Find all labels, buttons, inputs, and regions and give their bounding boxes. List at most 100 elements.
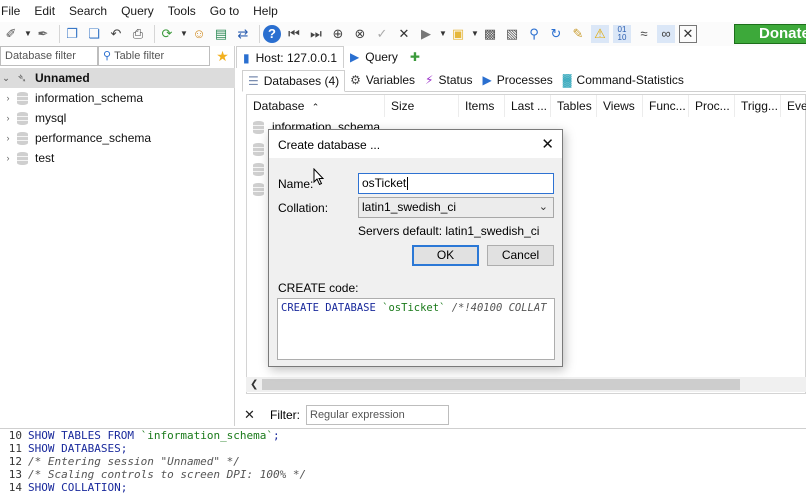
column-header-items[interactable]: Items — [459, 95, 505, 117]
last-icon[interactable]: ⏭ — [307, 25, 325, 43]
log-line: 10 SHOW TABLES FROM `information_schema`; — [0, 429, 806, 442]
menu-query[interactable]: Query — [114, 0, 161, 22]
remove-icon[interactable]: ⊗ — [351, 25, 369, 43]
menu-help[interactable]: Help — [246, 0, 285, 22]
cancel-button[interactable]: Cancel — [487, 245, 554, 266]
clear-icon[interactable]: ✎ — [569, 25, 587, 43]
add-icon[interactable]: ⊕ — [329, 25, 347, 43]
connect-icon[interactable]: ✐ — [2, 25, 20, 43]
column-header-tables[interactable]: Tables — [551, 95, 597, 117]
column-header-functions[interactable]: Func... — [643, 95, 689, 117]
column-header-database[interactable]: Database ⌃ — [247, 95, 385, 117]
ok-button[interactable]: OK — [412, 245, 479, 266]
chevron-down-icon[interactable]: ⌄ — [0, 73, 12, 84]
table-filter-input[interactable]: ⚲ Table filter — [98, 46, 210, 66]
undo-icon[interactable]: ↶ — [107, 25, 125, 43]
servers-default-text: Servers default: latin1_swedish_ci — [358, 224, 540, 238]
tab-host[interactable]: ▮ Host: 127.0.0.1 — [236, 46, 344, 68]
tab-query[interactable]: ▶ Query — [344, 46, 404, 68]
save-as-icon[interactable]: ▧ — [503, 25, 521, 43]
chevron-down-icon[interactable]: ▼ — [439, 25, 447, 43]
tab-status[interactable]: ⚡ Status — [420, 69, 477, 91]
tree-item-performance-schema[interactable]: › performance_schema — [0, 128, 235, 148]
import-icon[interactable]: ▤ — [212, 25, 230, 43]
find-icon[interactable]: ⚲ — [525, 25, 543, 43]
close-icon[interactable]: ✕ — [244, 407, 262, 423]
chevron-right-icon[interactable]: › — [0, 113, 12, 123]
tree-item-mysql[interactable]: › mysql — [0, 108, 235, 128]
column-header-triggers[interactable]: Trigg... — [735, 95, 781, 117]
paste-icon[interactable]: ❏ — [85, 25, 103, 43]
refresh-icon[interactable]: ⟳ — [158, 25, 176, 43]
help-icon[interactable]: ? — [263, 25, 281, 43]
tab-status-label: Status — [438, 73, 473, 87]
copy-icon[interactable]: ❐ — [63, 25, 81, 43]
chevron-right-icon[interactable]: › — [0, 133, 12, 143]
close-icon[interactable]: ✕ — [541, 135, 554, 153]
tab-query-label: Query — [365, 50, 398, 64]
column-header-size[interactable]: Size — [385, 95, 459, 117]
tab-command-statistics[interactable]: ▓ Command-Statistics — [558, 69, 689, 91]
log-line-text: SHOW TABLES FROM `information_schema`; — [28, 429, 280, 442]
swap-icon[interactable]: ⇄ — [234, 25, 252, 43]
exit-icon[interactable]: ✕ — [679, 25, 697, 43]
new-query-tab-button[interactable]: ✚ — [404, 46, 426, 68]
dialog-titlebar[interactable]: Create database ... ✕ — [269, 130, 562, 158]
scrollbar-thumb[interactable] — [262, 379, 740, 390]
log-line: 12 /* Entering session "Unnamed" */ — [0, 455, 806, 468]
donate-button[interactable]: Donate — [734, 24, 806, 44]
collation-select[interactable]: latin1_swedish_ci ⌄ — [358, 197, 554, 218]
star-icon[interactable]: ★ — [210, 46, 235, 66]
code-identifier: `osTicket` — [382, 302, 446, 314]
create-code-editor[interactable]: CREATE DATABASE `osTicket` /*!40100 COLL… — [277, 298, 555, 360]
users-icon[interactable]: ☺ — [190, 25, 208, 43]
tree-session-unnamed[interactable]: ⌄ ➴ Unnamed — [0, 68, 235, 88]
find-replace-icon[interactable]: ↻ — [547, 25, 565, 43]
chevron-down-icon[interactable]: ⌄ — [539, 198, 548, 217]
column-header-procedures[interactable]: Proc... — [689, 95, 735, 117]
print-icon[interactable]: ⎙ — [129, 25, 147, 43]
cancel-icon[interactable]: ✕ — [395, 25, 413, 43]
wrap-icon[interactable]: ≈ — [635, 25, 653, 43]
tree-item-test[interactable]: › test — [0, 148, 235, 168]
filter-input[interactable]: Regular expression — [306, 404, 449, 425]
name-input[interactable]: osTicket — [358, 173, 554, 194]
tab-databases[interactable]: ☰ Databases (4) — [242, 70, 346, 92]
chevron-down-icon[interactable]: ▼ — [471, 25, 479, 43]
menu-edit[interactable]: Edit — [27, 0, 62, 22]
chevron-left-icon[interactable]: ❮ — [250, 377, 258, 392]
column-header-events[interactable]: Ever — [781, 95, 806, 117]
run-icon[interactable]: ▶ — [417, 25, 435, 43]
save-icon[interactable]: ▩ — [481, 25, 499, 43]
sql-log[interactable]: 10 SHOW TABLES FROM `information_schema`;… — [0, 428, 806, 493]
log-line: 14 SHOW COLLATION; — [0, 481, 806, 493]
chevron-down-icon[interactable]: ▼ — [180, 25, 188, 43]
chevron-down-icon[interactable]: ▼ — [24, 25, 32, 43]
bar-chart-icon: ▓ — [562, 73, 572, 87]
menu-tools[interactable]: Tools — [161, 0, 203, 22]
menu-file[interactable]: File — [0, 0, 27, 22]
disconnect-icon[interactable]: ✒ — [34, 25, 52, 43]
autocomplete-icon[interactable]: ∞ — [657, 25, 675, 43]
chevron-right-icon[interactable]: › — [0, 93, 12, 103]
menu-search[interactable]: Search — [62, 0, 114, 22]
gear-icon: ⚙ — [350, 73, 361, 87]
chevron-right-icon[interactable]: › — [0, 153, 12, 163]
horizontal-scrollbar[interactable]: ❮ — [246, 377, 806, 392]
toolbar-separator — [59, 25, 60, 43]
check-icon[interactable]: ✓ — [373, 25, 391, 43]
warning-icon[interactable]: ⚠ — [591, 25, 609, 43]
tree-item-information-schema[interactable]: › information_schema — [0, 88, 235, 108]
database-filter-placeholder: Database filter — [5, 50, 76, 62]
menu-goto[interactable]: Go to — [203, 0, 246, 22]
binary-icon[interactable]: 01 10 — [613, 25, 631, 43]
database-icon — [15, 131, 29, 145]
tab-variables[interactable]: ⚙ Variables — [345, 69, 420, 91]
database-filter-input[interactable]: Database filter — [0, 46, 98, 66]
column-header-last[interactable]: Last ... — [505, 95, 551, 117]
tab-processes[interactable]: ▶ Processes — [478, 69, 558, 91]
first-icon[interactable]: ⏮ — [285, 25, 303, 43]
column-header-views[interactable]: Views — [597, 95, 643, 117]
folder-icon[interactable]: ▣ — [449, 25, 467, 43]
filter-label: Filter: — [270, 407, 300, 422]
